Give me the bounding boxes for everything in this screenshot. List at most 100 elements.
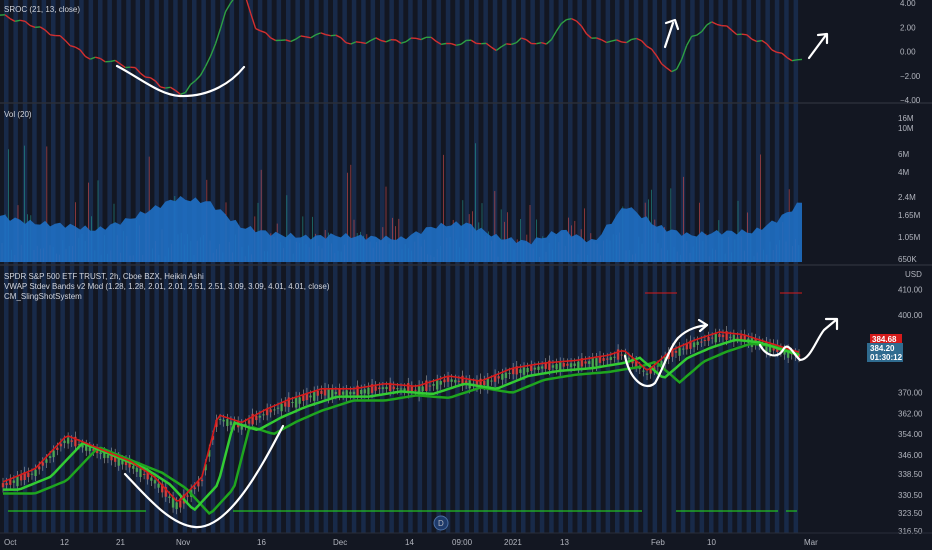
- candle-body: [37, 466, 41, 470]
- candle-body: [591, 358, 594, 368]
- candle-body: [522, 367, 526, 375]
- sroc-segment: [300, 35, 306, 38]
- stripe: [746, 0, 752, 533]
- indicator-slingshot-label[interactable]: CM_SlingShotSystem: [4, 292, 82, 301]
- price-tick-label: 410.00: [898, 285, 923, 294]
- sroc-tick-label: 0.00: [900, 48, 916, 57]
- candle-body: [736, 337, 739, 339]
- candle-body: [435, 379, 439, 390]
- volume-tick-label: 650K: [898, 255, 917, 264]
- stripe: [671, 0, 676, 533]
- candle-body: [562, 363, 566, 367]
- indicator-vwap-label[interactable]: VWAP Stdev Bands v2 Mod (1.28, 1.28, 2.0…: [4, 282, 330, 291]
- candle-body: [396, 388, 399, 390]
- stripe: [511, 0, 517, 533]
- stripe: [474, 0, 479, 533]
- stripe: [41, 0, 47, 533]
- stripe: [624, 0, 629, 533]
- stripe: [314, 0, 319, 533]
- candle-body: [385, 386, 388, 390]
- candle-body: [721, 334, 725, 338]
- candle-body: [273, 409, 276, 411]
- candle-body: [457, 380, 461, 382]
- stripe: [558, 0, 564, 533]
- candle-body: [446, 377, 450, 382]
- volume-title: Vol (20): [4, 110, 32, 119]
- candle-body: [602, 358, 605, 361]
- candle-body: [392, 386, 395, 390]
- candle-body: [710, 337, 714, 339]
- candle-body: [66, 437, 70, 444]
- volume-tick-label: 16M: [898, 114, 914, 123]
- stripe: [295, 0, 300, 533]
- candle-body: [410, 386, 414, 392]
- price-tick-label: 354.00: [898, 430, 923, 439]
- stripe: [737, 0, 742, 533]
- candle-body: [577, 361, 580, 368]
- sroc-segment: [145, 76, 151, 79]
- candle-body: [70, 440, 73, 442]
- candle-body: [139, 468, 142, 477]
- current-price-text: 384.20: [870, 344, 895, 353]
- time-label: 13: [560, 538, 569, 547]
- candle-body: [30, 473, 34, 475]
- time-label: Mar: [804, 538, 818, 547]
- sroc-segment: [791, 59, 798, 62]
- stripe: [32, 0, 37, 533]
- sroc-segment: [325, 34, 331, 37]
- stripe: [323, 0, 329, 533]
- currency-label: USD: [905, 270, 922, 279]
- stripe: [680, 0, 686, 533]
- candle-body: [573, 363, 576, 366]
- price-title: SPDR S&P 500 ETF TRUST, 2h, Cboe BZX, He…: [4, 272, 204, 281]
- candle-body: [696, 341, 699, 345]
- price-tick-label: 338.50: [898, 470, 923, 479]
- stripe: [718, 0, 723, 533]
- candle-body: [490, 380, 493, 382]
- time-label: 14: [405, 538, 414, 547]
- candle-body: [294, 396, 298, 408]
- stripe: [793, 0, 799, 533]
- candle-body: [276, 407, 280, 409]
- candle-body: [595, 358, 598, 366]
- sroc-segment: [355, 41, 361, 44]
- stripe: [483, 0, 488, 533]
- candle-body: [692, 342, 696, 348]
- stripe: [633, 0, 639, 533]
- stripe: [709, 0, 714, 533]
- candle-body: [714, 333, 717, 343]
- candle-body: [135, 467, 139, 472]
- time-label: 16: [257, 538, 266, 547]
- stripe: [727, 0, 733, 533]
- stripe: [690, 0, 695, 533]
- stripe: [163, 0, 169, 533]
- stripe: [445, 0, 451, 533]
- chart-canvas[interactable]: 4.00 2.00 0.00 −2.00 −4.00 SROC (21, 13, clo…: [0, 0, 932, 550]
- stripe: [4, 0, 9, 533]
- candle-body: [360, 389, 363, 394]
- candle-body: [606, 358, 609, 360]
- candle-body: [555, 363, 558, 370]
- stripe: [248, 0, 253, 533]
- candle-body: [59, 443, 63, 447]
- candle-body: [439, 381, 442, 385]
- candle-body: [349, 391, 352, 395]
- price-tick-label: 330.50: [898, 491, 923, 500]
- price-tick-label: 370.00: [898, 389, 923, 398]
- candle-body: [316, 390, 319, 396]
- stripe: [436, 0, 441, 533]
- candle-body: [497, 376, 500, 379]
- candle-body: [569, 363, 573, 368]
- candle-body: [685, 343, 689, 350]
- candle-body: [609, 357, 613, 361]
- candle-body: [551, 365, 555, 368]
- candle-body: [186, 495, 189, 497]
- sroc-segment: [440, 42, 447, 45]
- candle-body: [298, 397, 301, 404]
- candle-body: [718, 334, 721, 337]
- time-label: 21: [116, 538, 125, 547]
- stripe: [521, 0, 526, 533]
- time-label: Nov: [176, 538, 190, 547]
- candle-body: [16, 476, 19, 487]
- candle-body: [526, 367, 529, 373]
